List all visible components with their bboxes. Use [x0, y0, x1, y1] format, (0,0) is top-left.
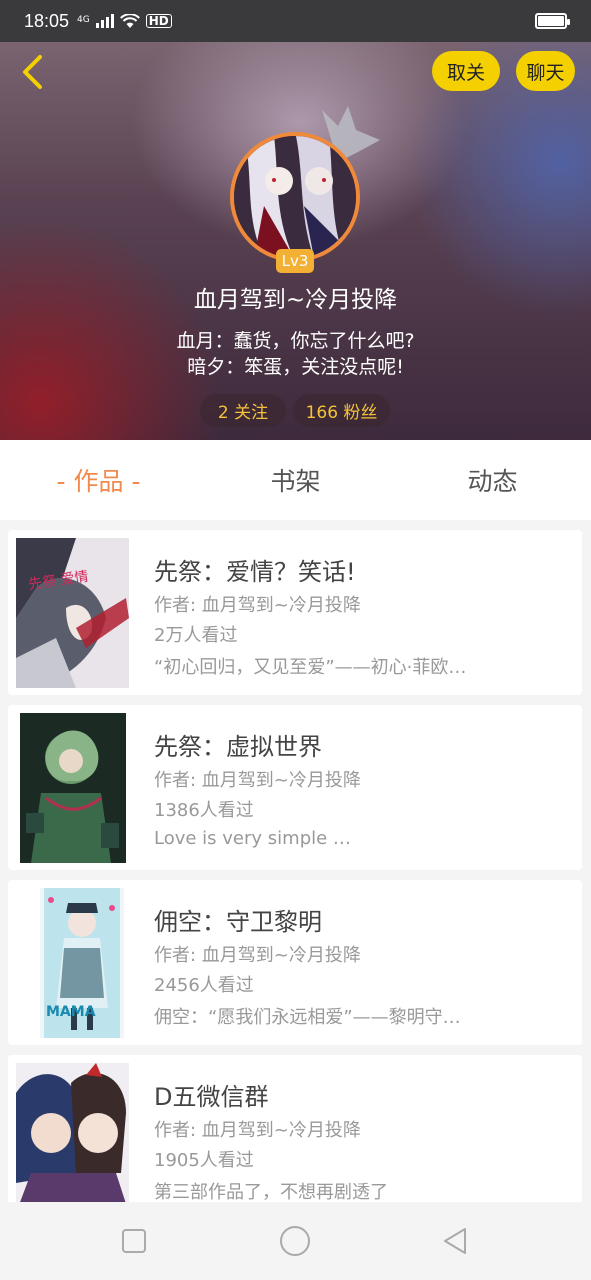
work-cover: [16, 713, 129, 863]
following-count[interactable]: 2 关注: [200, 394, 286, 427]
work-description: Love is very simple …: [154, 828, 351, 849]
work-views: 2万人看过: [154, 625, 238, 646]
work-description: 佣空：“愿我们永远相爱”——黎明守卫者…: [154, 1007, 474, 1028]
work-author: 作者: 血月驾到~冷月投降: [154, 1120, 361, 1141]
tab-bookshelf[interactable]: 书架: [197, 440, 394, 520]
cover-image: [16, 1063, 129, 1202]
signal-icon: [95, 14, 114, 28]
profile-header: 取关 聊天 Lv3 血月驾到~冷月投降 血月：蠢货，你忘了什么吧? 暗夕：笨蛋，…: [0, 42, 591, 440]
cover-image: 先祭 爱情: [16, 538, 129, 688]
works-list: 先祭 爱情 先祭：爱情？笑话! 作者: 血月驾到~冷月投降 2万人看过 “初心回…: [8, 530, 582, 1202]
work-card[interactable]: 先祭 爱情 先祭：爱情？笑话! 作者: 血月驾到~冷月投降 2万人看过 “初心回…: [8, 530, 582, 695]
cover-image: MAMA: [40, 888, 124, 1038]
work-card[interactable]: D五微信群 作者: 血月驾到~冷月投降 1905人看过 第三部作品了，不想再剧透…: [8, 1055, 582, 1202]
work-title: 佣空：守卫黎明: [154, 908, 322, 936]
work-description: “初心回归，又见至爱”——初心·菲欧…: [154, 657, 467, 678]
circle-icon: [280, 1226, 310, 1256]
square-icon: [122, 1229, 146, 1253]
avatar-image: [234, 136, 356, 258]
chat-button[interactable]: 聊天: [516, 51, 575, 91]
cover-image: [20, 713, 126, 863]
work-title: 先祭：虚拟世界: [154, 733, 322, 761]
back-nav-button[interactable]: [438, 1224, 472, 1258]
network-type: 4G: [77, 15, 90, 25]
tab-works[interactable]: - 作品 -: [0, 440, 197, 520]
work-views: 1905人看过: [154, 1150, 254, 1171]
triangle-back-icon: [444, 1228, 466, 1254]
work-cover: 先祭 爱情: [16, 538, 129, 688]
work-views: 2456人看过: [154, 975, 254, 996]
level-badge: Lv3: [276, 249, 314, 273]
work-title: 先祭：爱情？笑话!: [154, 558, 356, 586]
recent-apps-button[interactable]: [117, 1224, 151, 1258]
svg-text:MAMA: MAMA: [46, 1004, 96, 1020]
work-views: 1386人看过: [154, 800, 254, 821]
username: 血月驾到~冷月投降: [193, 287, 398, 313]
work-cover: [16, 1063, 129, 1202]
wifi-icon: [119, 14, 140, 28]
home-button[interactable]: [278, 1224, 312, 1258]
avatar[interactable]: [230, 132, 360, 262]
work-author: 作者: 血月驾到~冷月投降: [154, 770, 361, 791]
work-title: D五微信群: [154, 1083, 269, 1111]
back-button[interactable]: [12, 52, 52, 92]
tab-activity[interactable]: 动态: [394, 440, 591, 520]
status-bar: 18:05 4G HD: [0, 0, 591, 42]
fans-count[interactable]: 166 粉丝: [293, 394, 390, 427]
bio-line: 血月：蠢货，你忘了什么吧?: [176, 330, 415, 352]
system-nav-bar: [0, 1202, 591, 1280]
profile-tabs: - 作品 - 书架 动态: [0, 440, 591, 520]
chevron-left-icon: [23, 55, 42, 89]
work-author: 作者: 血月驾到~冷月投降: [154, 595, 361, 616]
status-time: 18:05: [24, 10, 70, 31]
work-card[interactable]: 先祭：虚拟世界 作者: 血月驾到~冷月投降 1386人看过 Love is ve…: [8, 705, 582, 870]
battery-icon: [535, 13, 570, 29]
unfollow-button[interactable]: 取关: [432, 51, 500, 91]
work-author: 作者: 血月驾到~冷月投降: [154, 945, 361, 966]
bio: 血月：蠢货，你忘了什么吧? 暗夕：笨蛋，关注没点呢!: [0, 328, 591, 380]
bio-line: 暗夕：笨蛋，关注没点呢!: [187, 356, 404, 378]
work-cover: MAMA: [16, 888, 129, 1038]
work-card[interactable]: MAMA 佣空：守卫黎明 作者: 血月驾到~冷月投降 2456人看过 佣空：“愿…: [8, 880, 582, 1045]
work-description: 第三部作品了，不想再剧透了: [154, 1182, 388, 1202]
hd-icon: HD: [145, 14, 172, 28]
